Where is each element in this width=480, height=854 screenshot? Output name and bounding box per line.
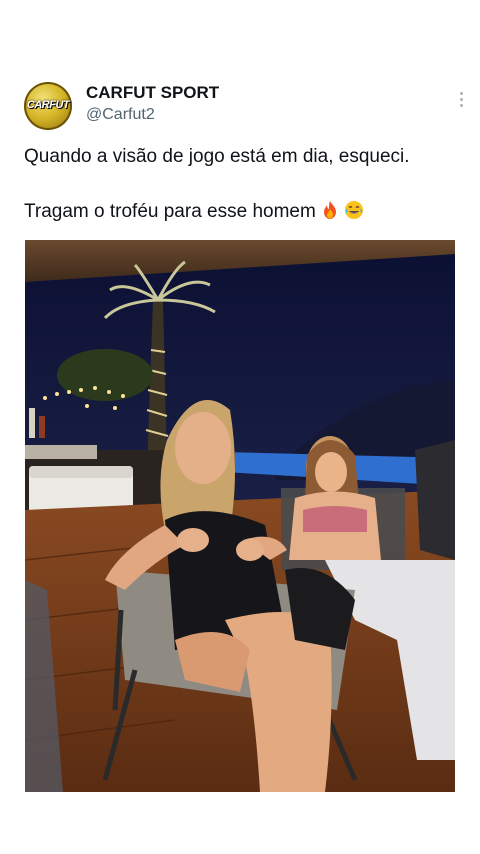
avatar[interactable]: CARFUT: [24, 82, 72, 130]
tweet-text-line-2: Tragam o troféu para esse homem: [24, 201, 316, 222]
fire-emoji: [323, 201, 336, 219]
video-frame: [25, 240, 455, 792]
avatar-logo-text: CARFUT: [26, 99, 70, 111]
author-display-name[interactable]: CARFUT SPORT: [86, 83, 219, 103]
tweet-text-line-1: Quando a visão de jogo está em dia, esqu…: [24, 146, 410, 167]
more-vertical-icon[interactable]: [458, 92, 464, 116]
tweet-card: CARFUT CARFUT SPORT @Carfut2 Quando a vi…: [0, 0, 480, 854]
tweet-text-line-2-container: Tragam o troféu para esse homem: [24, 200, 364, 223]
tears-of-joy-emoji: [344, 201, 363, 219]
author-handle[interactable]: @Carfut2: [86, 106, 155, 124]
tweet-media-video[interactable]: [25, 240, 455, 792]
tweet-header: CARFUT CARFUT SPORT @Carfut2: [24, 80, 464, 132]
